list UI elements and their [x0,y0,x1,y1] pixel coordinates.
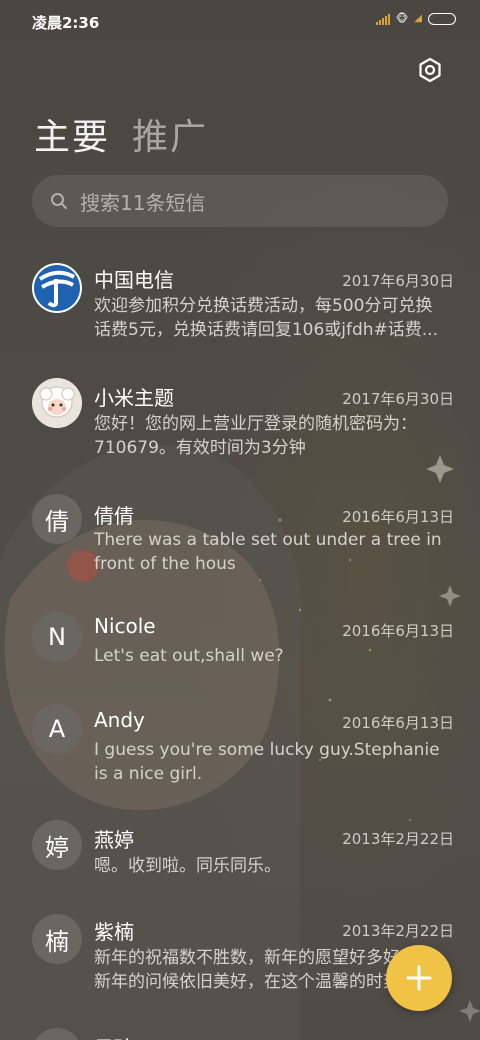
message-date: 2017年6月30日 [342,390,454,408]
avatar: A [32,704,82,754]
tab-bar: 主要 推广 [34,108,208,160]
conversation-item[interactable]: 中国电信 2017年6月30日 欢迎参加积分兑换话费活动，每500分可兑换话费5… [0,258,480,368]
conversation-item[interactable]: 小米主题 2017年6月30日 您好！您的网上营业厅登录的随机密码为：71067… [0,376,480,486]
message-preview: I guess you're some lucky guy.Stephanie … [94,740,440,784]
message-preview: 欢迎参加积分兑换话费活动，每500分可兑换话费5元，兑换话费请回复106或jfd… [94,296,438,340]
contact-name: 燕婷 [94,828,134,852]
contact-name: 中国电信 [94,268,174,292]
conversation-item[interactable]: 倩 倩倩 2016年6月13日 There was a table set ou… [0,494,480,594]
message-preview: Let's eat out,shall we? [94,646,284,666]
conversation-item[interactable]: 婷 燕婷 2013年2月22日 嗯。收到啦。同乐同乐。 [0,820,480,900]
status-bar: 凌晨2:36 🐵 ◢ [0,0,480,40]
signal-icon [375,13,390,25]
avatar: 玲 [32,1028,82,1040]
avatar: 婷 [32,820,82,870]
message-date: 2016年6月13日 [342,622,454,640]
message-date: 2017年6月30日 [342,272,454,290]
conversation-item[interactable]: 玲 子玲 [0,1028,480,1040]
tab-promotions[interactable]: 推广 [132,108,208,160]
search-placeholder: 搜索11条短信 [80,190,206,215]
avatar [32,378,82,428]
conversation-item[interactable]: N Nicole 2016年6月13日 Let's eat out,shall … [0,610,480,690]
contact-name: Andy [94,708,145,732]
contact-name: 子玲 [94,1032,134,1040]
plus-icon [406,965,432,991]
compose-button[interactable] [386,945,452,1011]
avatar: 倩 [32,494,82,544]
avatar [32,263,82,313]
gear-icon [419,57,441,83]
conversation-item[interactable]: A Andy 2016年6月13日 I guess you're some lu… [0,704,480,804]
contact-name: 紫楠 [94,920,134,944]
contact-name: Nicole [94,614,156,638]
avatar: 楠 [32,914,82,964]
battery-icon [428,12,456,25]
message-preview: 您好！您的网上营业厅登录的随机密码为：710679。有效时间为3分钟 [94,414,417,458]
message-date: 2013年2月22日 [342,922,454,940]
wifi-icon: ◢ [414,13,422,24]
status-icons: 🐵 ◢ [375,12,456,25]
message-preview: There was a table set out under a tree i… [94,530,442,574]
sheep-mascot-icon [32,378,82,428]
search-icon [51,193,67,209]
message-date: 2016年6月13日 [342,508,454,526]
message-preview: 嗯。收到啦。同乐同乐。 [94,856,281,876]
contact-name: 小米主题 [94,386,174,410]
settings-button[interactable] [414,54,446,86]
tab-primary[interactable]: 主要 [34,108,110,160]
message-date: 2016年6月13日 [342,714,454,732]
status-time: 凌晨2:36 [32,14,100,32]
message-date: 2013年2月22日 [342,830,454,848]
contact-name: 倩倩 [94,504,134,528]
search-bar[interactable]: 搜索11条短信 [32,175,448,227]
avatar: N [32,612,82,662]
notification-icon: 🐵 [395,12,409,25]
china-telecom-logo-icon [34,265,80,311]
